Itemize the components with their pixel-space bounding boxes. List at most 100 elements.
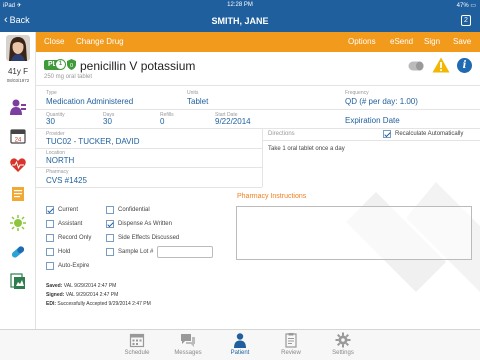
location-field[interactable]: NORTH (46, 156, 74, 165)
shield-number: 0 (70, 63, 73, 69)
pharmacy-field[interactable]: CVS #1425 (46, 176, 87, 185)
units-label: Units (187, 90, 199, 96)
recalculate-automatically-checkbox[interactable]: Recalculate Automatically (383, 130, 463, 138)
auto-expire-checkbox[interactable]: Auto-Expire (46, 262, 89, 270)
divider (36, 109, 480, 110)
status-bar: iPad ✈ 12:28 PM 47% ▭ (0, 0, 480, 10)
divider (36, 167, 262, 168)
svg-text:24: 24 (15, 138, 22, 144)
checkbox-box[interactable] (46, 262, 54, 270)
patient-avatar[interactable] (6, 35, 30, 61)
units-field[interactable]: Tablet (187, 97, 208, 106)
close-button[interactable]: Close (44, 37, 64, 46)
saved-audit: Saved: VAL 9/29/2014 2:47 PM (46, 283, 116, 289)
options-button[interactable]: Options (348, 37, 376, 46)
tab-schedule[interactable]: Schedule (111, 332, 163, 356)
quantity-field[interactable]: 30 (46, 117, 55, 126)
directions-text-area[interactable]: Take 1 oral tablet once a day (268, 146, 345, 152)
days-field[interactable]: 30 (103, 117, 112, 126)
battery-text: 47% ▭ (456, 3, 476, 9)
recalculate-checkbox-box[interactable] (383, 130, 391, 138)
signed-value: VAL 9/29/2014 2:47 PM (65, 292, 119, 298)
navigation-bar: ‹ Back SMITH, JANE 2 (0, 10, 480, 32)
dispense-as-written-checkbox[interactable]: Dispense As Written (106, 220, 172, 228)
person-icon (234, 333, 246, 348)
tab-review[interactable]: Review (265, 332, 317, 356)
start-date-field[interactable]: 9/22/2014 (215, 117, 251, 126)
checkbox-box[interactable] (46, 234, 54, 242)
notes-icon[interactable] (9, 185, 27, 203)
documents-icon[interactable] (9, 272, 27, 290)
warning-icon[interactable] (432, 57, 450, 73)
medication-detail-panel: PL 1 0 penicillin V potassium 250 mg ora… (36, 52, 480, 329)
divider (262, 128, 263, 187)
pl-count-badge: 1 (55, 59, 66, 70)
bottom-tab-bar: Schedule Messages Patient Review Setting… (0, 329, 480, 360)
checkbox-box[interactable] (46, 206, 54, 214)
sample-lot-checkbox[interactable]: Sample Lot # (106, 246, 214, 258)
demographics-icon[interactable] (9, 98, 27, 116)
vitals-heart-icon[interactable] (9, 156, 27, 174)
checkbox-box[interactable] (106, 220, 114, 228)
current-checkbox[interactable]: Current (46, 206, 78, 214)
edi-value: Successfully Accepted 9/29/2014 2:47 PM (57, 301, 151, 307)
tab-settings[interactable]: Settings (317, 332, 369, 356)
info-icon[interactable]: i (457, 58, 472, 73)
provider-field[interactable]: TUC02 - TUCKER, DAVID (46, 137, 140, 146)
expiration-date-field[interactable]: Expiration Date (345, 116, 400, 125)
chat-bubbles-icon (181, 334, 195, 347)
patient-dob: 08/03/1972 (6, 78, 30, 83)
edi-label: EDI: (46, 301, 56, 307)
save-button[interactable]: Save (453, 37, 471, 46)
signed-label: Signed: (46, 292, 65, 298)
pharmacy-instructions-input[interactable] (236, 206, 472, 260)
gear-icon (335, 332, 351, 348)
refills-field[interactable]: 0 (160, 117, 164, 126)
frequency-field[interactable]: QD (# per day: 1.00) (345, 97, 418, 106)
medication-toolbar: Close Change Drug Options eSend Sign Sav… (36, 32, 480, 52)
calendar-grid-icon (129, 333, 145, 348)
hold-checkbox[interactable]: Hold (46, 248, 70, 256)
divider (36, 85, 480, 86)
esend-button[interactable]: eSend (390, 37, 413, 46)
saved-label: Saved: (46, 283, 63, 289)
prescription-icon[interactable] (9, 243, 27, 261)
checkbox-label: Confidential (118, 207, 150, 213)
confidential-checkbox[interactable]: Confidential (106, 206, 150, 214)
side-effects-discussed-checkbox[interactable]: Side Effects Discussed (106, 234, 179, 242)
checkbox-box[interactable] (106, 248, 114, 256)
sign-button[interactable]: Sign (424, 37, 440, 46)
checkbox-label: Sample Lot # (118, 249, 154, 255)
divider (262, 140, 480, 141)
checkbox-label: Dispense As Written (118, 221, 172, 227)
pharmacy-instructions-label: Pharmacy Instructions (237, 193, 307, 200)
tab-label: Messages (174, 350, 202, 356)
checkbox-box[interactable] (106, 206, 114, 214)
frequency-label: Frequency (345, 90, 369, 96)
saved-value: VAL 9/29/2014 2:47 PM (63, 283, 117, 289)
pill-icon[interactable] (408, 61, 424, 71)
divider (36, 128, 480, 129)
divider (36, 187, 262, 188)
patient-age-sex: 41y F (7, 67, 28, 76)
open-items-count-icon[interactable]: 2 (461, 15, 471, 26)
checkbox-box[interactable] (46, 220, 54, 228)
checkbox-box[interactable] (106, 234, 114, 242)
type-field[interactable]: Medication Administered (46, 97, 133, 106)
tab-patient[interactable]: Patient (214, 332, 266, 356)
tab-messages[interactable]: Messages (162, 332, 214, 356)
patient-sidebar: 41y F 08/03/1972 24 (0, 32, 36, 329)
sample-lot-input[interactable] (157, 246, 214, 258)
allergy-icon[interactable] (9, 214, 27, 232)
change-drug-button[interactable]: Change Drug (76, 37, 124, 46)
drug-form: 250 mg oral tablet (44, 74, 93, 80)
divider (36, 148, 262, 149)
assistant-checkbox[interactable]: Assistant (46, 220, 82, 228)
tab-label: Review (281, 350, 301, 356)
record-only-checkbox[interactable]: Record Only (46, 234, 91, 242)
calendar-icon[interactable]: 24 (9, 127, 27, 145)
checkbox-box[interactable] (46, 248, 54, 256)
signed-audit: Signed: VAL 9/29/2014 2:47 PM (46, 292, 118, 298)
tab-label: Schedule (124, 350, 150, 356)
tab-label: Settings (332, 350, 354, 356)
